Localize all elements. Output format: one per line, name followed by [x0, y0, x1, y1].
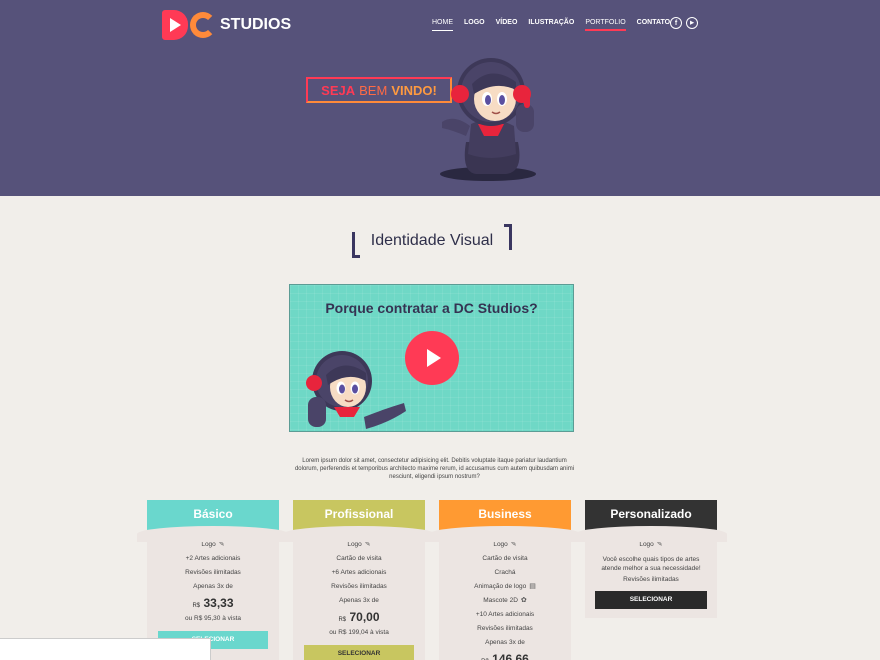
logo-play-icon [162, 10, 188, 40]
hero-banner: STUDIOS HOME LOGO VÍDEO ILUSTRAÇÃO PORTF… [0, 0, 880, 196]
plan-feature: Apenas 3x de [485, 639, 525, 646]
nav-ilustracao[interactable]: ILUSTRAÇÃO [528, 19, 574, 31]
plan-name: Profissional [324, 507, 394, 521]
section-title-text: Identidade Visual [370, 232, 494, 249]
paw-icon: ✿ [520, 597, 527, 604]
plan-feature: Apenas 3x de [193, 583, 233, 590]
plan-header: Business [429, 500, 581, 542]
plan-body: Logo ✎ Cartão de visita Crachá Animação d… [439, 534, 571, 660]
facebook-icon[interactable]: f [670, 17, 682, 29]
plan-header: Profissional [283, 500, 435, 542]
section-title: Identidade Visual [352, 224, 512, 258]
video-title: Porque contratar a DC Studios? [325, 300, 538, 316]
welcome-word-2: BEM [359, 82, 388, 98]
plan-name: Básico [193, 507, 233, 521]
plan-card-profissional: Profissional Logo ✎ Cartão de visita +6 A… [283, 500, 435, 660]
plan-feature: Crachá [494, 569, 516, 576]
plan-feature: Revisões ilimitadas [185, 569, 241, 576]
video-player[interactable]: Porque contratar a DC Studios? [289, 284, 574, 432]
welcome-badge: SEJA BEM VINDO! [306, 77, 452, 103]
plan-body: Logo ✎ Cartão de visita +6 Artes adiciona… [293, 534, 425, 660]
plan-name: Business [478, 507, 532, 521]
plan-card-business: Business Logo ✎ Cartão de visita Crachá A… [429, 500, 581, 660]
welcome-word-1: SEJA [321, 82, 356, 98]
plan-feature: Mascote 2D ✿ [439, 594, 571, 608]
youtube-icon[interactable]: ▶ [686, 17, 698, 29]
plan-feature: Cartão de visita [336, 555, 382, 562]
dc-studios-logo[interactable]: STUDIOS [162, 10, 291, 40]
plan-alt-price: ou R$ 95,30 à vista [184, 615, 241, 622]
file-icon: ▤ [529, 583, 536, 590]
nav-contato[interactable]: CONTATO [637, 19, 670, 31]
plan-feature: +10 Artes adicionais [475, 611, 535, 618]
intro-paragraph: Lorem ipsum dolor sit amet, consectetur … [294, 458, 575, 480]
plan-body: Logo ✎ Você escolhe quais tipos de artes … [585, 534, 717, 609]
plan-header: Básico [137, 500, 289, 542]
plan-feature: Você escolhe quais tipos de artes atende… [601, 556, 701, 572]
nav-home[interactable]: HOME [432, 19, 453, 31]
main-nav: HOME LOGO VÍDEO ILUSTRAÇÃO PORTFOLIO CON… [432, 19, 681, 31]
select-plan-button[interactable]: SELECIONAR [304, 645, 414, 660]
video-mascot-illustration [306, 351, 406, 429]
bracket-right-decoration [504, 224, 512, 250]
plan-body: Logo ✎ +2 Artes adicionais Revisões ilimi… [147, 534, 279, 649]
plan-feature: Revisões ilimitadas [477, 625, 533, 632]
plan-feature: Cartão de visita [482, 555, 528, 562]
nav-portfolio[interactable]: PORTFOLIO [585, 19, 626, 31]
plan-feature: Revisões ilimitadas [623, 576, 679, 583]
plan-feature: +2 Artes adicionais [185, 555, 241, 562]
plan-feature: Animação de logo ▤ [439, 580, 571, 594]
mascot-illustration [440, 58, 536, 181]
plan-alt-price: ou R$ 199,04 à vista [329, 629, 389, 636]
nav-logo[interactable]: LOGO [464, 19, 485, 31]
logo-studios-text: STUDIOS [220, 16, 292, 33]
plan-price: R$ 33,33 [192, 596, 234, 610]
plan-feature: Revisões ilimitadas [331, 583, 387, 590]
welcome-word-3: VINDO! [391, 82, 437, 98]
plan-price: R$ 146,66 [481, 652, 529, 660]
social-links: f ▶ [670, 17, 698, 29]
logo-c-icon [190, 12, 216, 38]
bracket-left-decoration [352, 232, 360, 258]
plan-header: Personalizado [575, 500, 727, 542]
select-plan-button[interactable]: SELECIONAR [595, 591, 707, 609]
bottom-overlay-bar [0, 638, 211, 660]
plan-card-personalizado: Personalizado Logo ✎ Você escolhe quais t… [575, 500, 727, 618]
plan-price: R$ 70,00 [338, 610, 380, 624]
plan-name: Personalizado [610, 507, 692, 521]
plan-feature: Apenas 3x de [339, 597, 379, 604]
plan-feature: +6 Artes adicionais [331, 569, 387, 576]
nav-video[interactable]: VÍDEO [496, 19, 518, 31]
plan-card-basico: Básico Logo ✎ +2 Artes adicionais Revisõe… [137, 500, 289, 660]
